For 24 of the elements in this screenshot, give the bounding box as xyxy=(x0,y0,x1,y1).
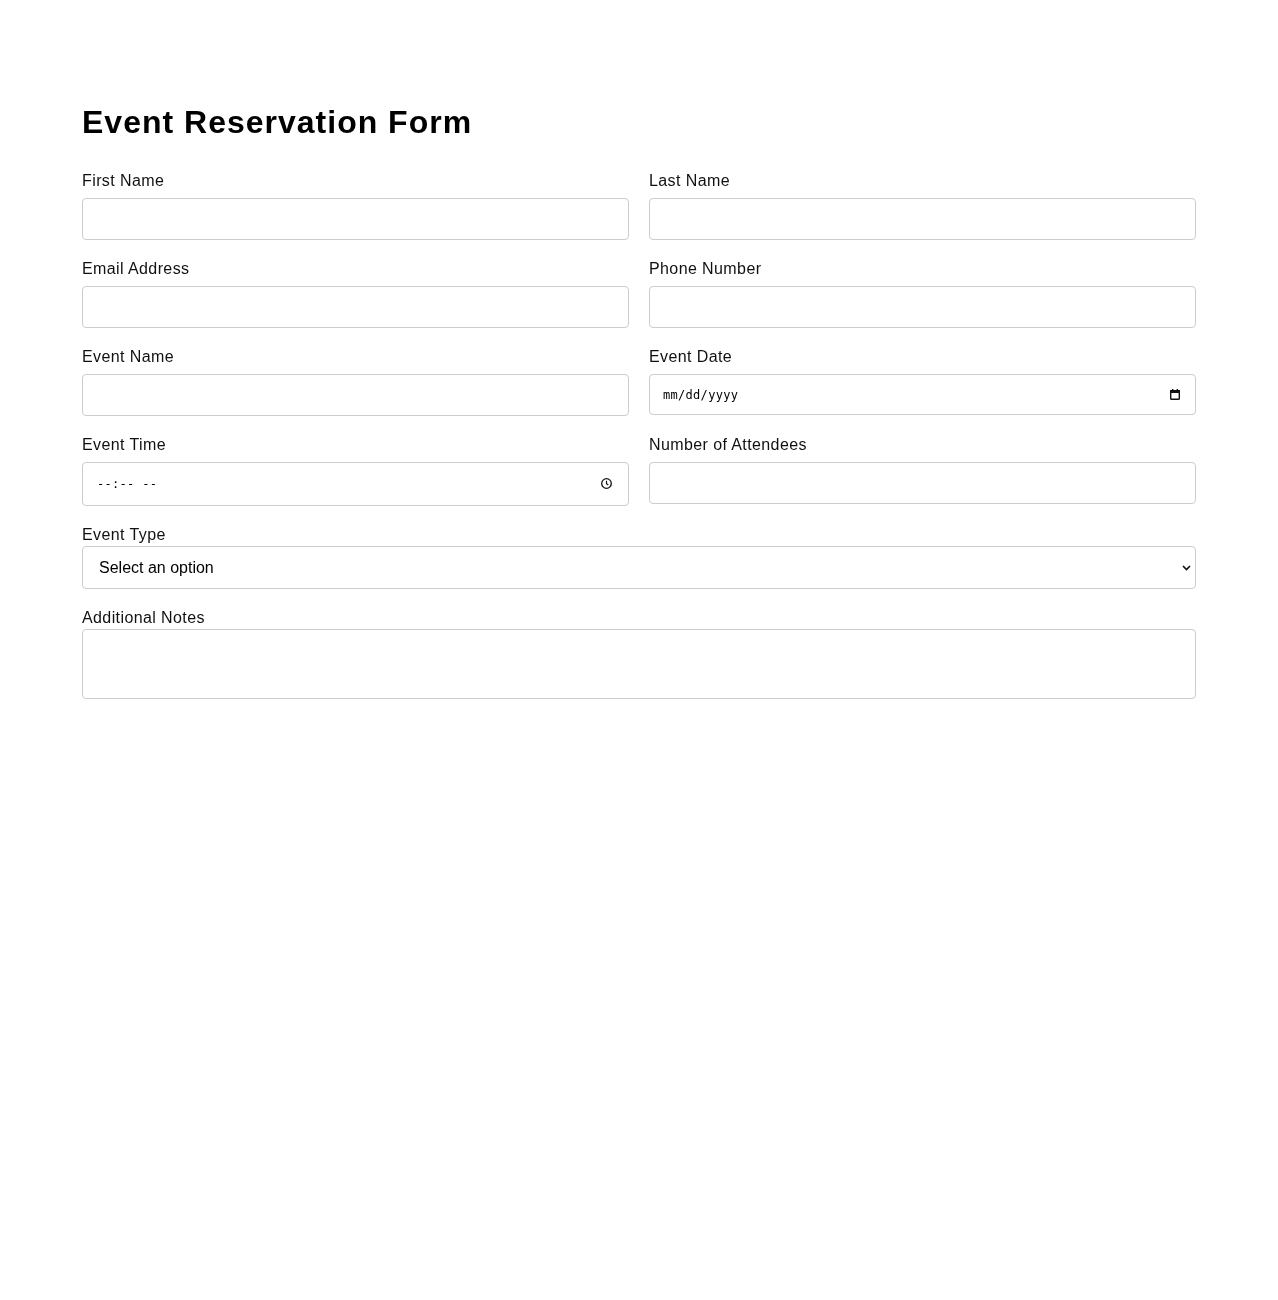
dropdown[interactable]: Select an option xyxy=(82,546,1196,589)
field-label: Additional Notes xyxy=(82,608,206,627)
time-field[interactable]: --:-- -- xyxy=(82,462,629,506)
input-field[interactable] xyxy=(649,198,1196,240)
input-field[interactable] xyxy=(82,286,629,328)
field-label: Phone Number xyxy=(649,259,763,278)
date-field[interactable]: mm/dd/yyyy xyxy=(649,374,1196,415)
field-label: Event Type xyxy=(82,525,167,544)
clock-icon xyxy=(601,478,612,489)
input-field[interactable] xyxy=(649,286,1196,328)
form-title: Event Reservation Form xyxy=(82,104,474,141)
input-field[interactable] xyxy=(82,198,629,240)
field-label: First Name xyxy=(82,171,166,190)
field-label: Email Address xyxy=(82,259,191,278)
field-label: Event Name xyxy=(82,347,176,366)
field-label: Last Name xyxy=(649,171,731,190)
field-label: Number of Attendees xyxy=(649,435,808,454)
input-field[interactable] xyxy=(649,462,1196,504)
text-area[interactable] xyxy=(82,629,1196,699)
calendar-icon xyxy=(1170,388,1180,400)
chevron-down-icon xyxy=(1182,564,1191,571)
input-field[interactable] xyxy=(82,374,629,416)
field-label: Event Date xyxy=(649,347,734,366)
field-label: Event Time xyxy=(82,435,168,454)
